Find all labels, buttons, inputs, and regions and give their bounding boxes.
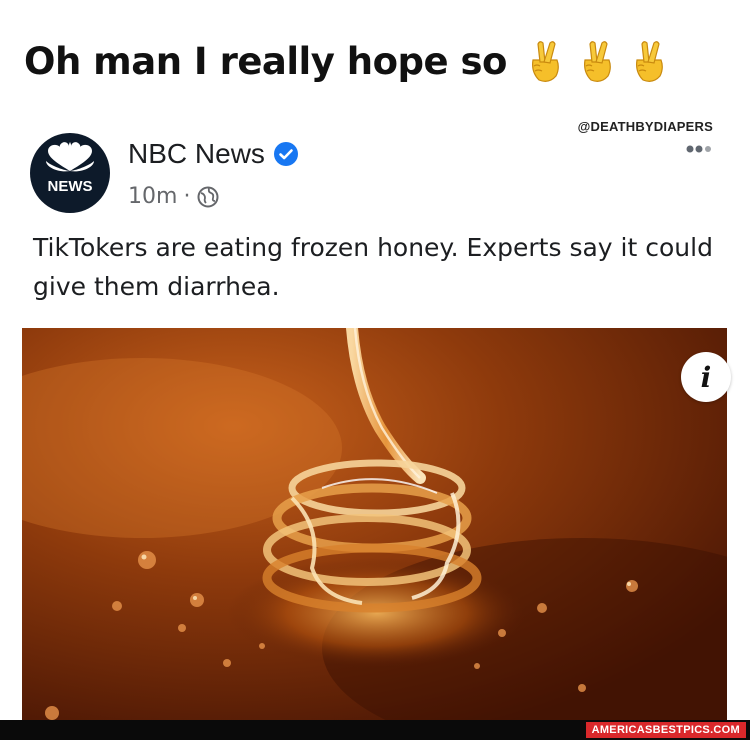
post-headline: TikTokers are eating frozen honey. Exper… [33, 233, 713, 301]
watermark-handle: @DEATHBYDIAPERS [577, 119, 713, 134]
info-button[interactable]: i [681, 352, 731, 402]
nbc-peacock-logo: NEWS [30, 133, 110, 213]
more-options-icon[interactable] [684, 143, 714, 155]
honey-drip-image [22, 328, 727, 720]
caption: Oh man I really hope so [24, 38, 667, 84]
honey-photo[interactable] [22, 328, 727, 720]
page-name-row: NBC News [128, 138, 299, 170]
meta-separator: · [183, 184, 191, 209]
page-avatar[interactable]: NEWS [30, 133, 110, 213]
crossed-fingers-icon [635, 41, 663, 82]
emoji-row [525, 38, 667, 84]
crossed-fingers-icon [531, 41, 559, 82]
page-name[interactable]: NBC News [128, 138, 265, 170]
caption-text: Oh man I really hope so [24, 39, 507, 83]
crossed-fingers-icon [583, 41, 611, 82]
post-time[interactable]: 10m [128, 184, 177, 209]
verified-badge-icon [273, 142, 298, 166]
post-meta: 10m · [128, 184, 220, 209]
avatar-label: NEWS [48, 178, 93, 195]
globe-icon [197, 186, 219, 207]
watermark-site: AMERICASBESTPICS.COM [585, 722, 746, 738]
